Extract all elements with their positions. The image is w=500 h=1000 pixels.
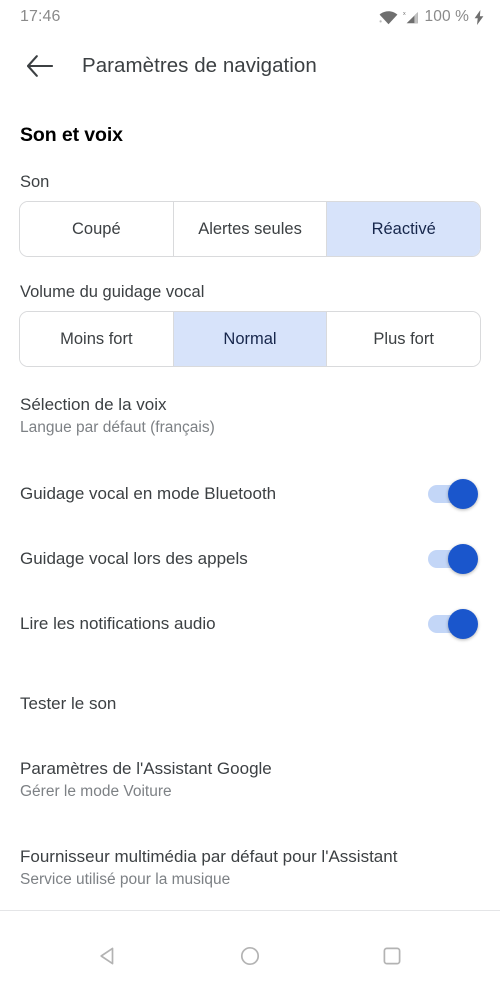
sound-option-coupe[interactable]: Coupé	[20, 202, 174, 256]
row-assistant-settings[interactable]: Paramètres de l'Assistant Google Gérer l…	[0, 715, 500, 803]
home-circle-icon	[239, 945, 261, 967]
back-triangle-icon	[97, 945, 119, 967]
volume-option-plus-fort[interactable]: Plus fort	[327, 312, 480, 366]
row-bluetooth-voice-guidance[interactable]: Guidage vocal en mode Bluetooth	[0, 461, 500, 526]
battery-percent: 100 %	[424, 8, 469, 25]
toggle-thumb	[448, 478, 478, 509]
volume-label: Volume du guidage vocal	[20, 283, 205, 301]
status-bar: 17:46 x 100 %	[0, 0, 500, 34]
row-read-audio-notifications-label: Lire les notifications audio	[20, 614, 216, 633]
row-bluetooth-voice-guidance-label: Guidage vocal en mode Bluetooth	[20, 484, 277, 503]
row-default-media-provider-subtitle: Service utilisé pour la musique	[20, 871, 231, 888]
page-title: Paramètres de navigation	[82, 54, 317, 77]
sound-option-reactive[interactable]: Réactivé	[327, 202, 480, 256]
volume-option-moins-fort[interactable]: Moins fort	[20, 312, 174, 366]
row-test-sound-label: Tester le son	[20, 694, 117, 713]
toggle-voice-guidance-during-calls[interactable]	[428, 543, 478, 574]
toggle-thumb	[448, 543, 478, 574]
back-button[interactable]	[12, 38, 68, 94]
row-read-audio-notifications[interactable]: Lire les notifications audio	[0, 591, 500, 656]
row-default-media-provider-title: Fournisseur multimédia par défaut pour l…	[20, 847, 398, 866]
status-time: 17:46	[20, 8, 61, 25]
volume-segmented-control: Moins fort Normal Plus fort	[19, 311, 481, 367]
toggle-thumb	[448, 608, 478, 639]
row-voice-guidance-during-calls-label: Guidage vocal lors des appels	[20, 549, 248, 568]
row-assistant-settings-title: Paramètres de l'Assistant Google	[20, 759, 272, 778]
recents-square-icon	[381, 945, 403, 967]
nav-back-button[interactable]	[80, 928, 136, 984]
nav-recents-button[interactable]	[364, 928, 420, 984]
sound-segmented-control: Coupé Alertes seules Réactivé	[19, 201, 481, 257]
row-voice-selection[interactable]: Sélection de la voix Langue par défaut (…	[0, 367, 500, 439]
svg-text:x: x	[403, 11, 406, 17]
row-assistant-settings-subtitle: Gérer le mode Voiture	[20, 783, 172, 800]
row-default-media-provider[interactable]: Fournisseur multimédia par défaut pour l…	[0, 803, 500, 891]
phone-screen: 17:46 x 100 % Paramètres de navigation S…	[0, 0, 500, 1000]
arrow-left-icon	[27, 55, 53, 77]
sound-label: Son	[20, 173, 50, 191]
nav-home-button[interactable]	[222, 928, 278, 984]
status-icons: x 100 %	[379, 8, 484, 26]
charging-bolt-icon	[474, 9, 484, 25]
section-title-sound-and-voice: Son et voix	[20, 124, 123, 146]
row-voice-selection-title: Sélection de la voix	[20, 395, 167, 414]
row-test-sound[interactable]: Tester le son	[0, 656, 500, 715]
row-voice-guidance-during-calls[interactable]: Guidage vocal lors des appels	[0, 526, 500, 591]
row-voice-selection-subtitle: Langue par défaut (français)	[20, 419, 215, 436]
app-bar: Paramètres de navigation	[0, 34, 500, 98]
volume-option-normal[interactable]: Normal	[173, 312, 328, 366]
toggle-bluetooth-voice-guidance[interactable]	[428, 478, 478, 509]
toggle-read-audio-notifications[interactable]	[428, 608, 478, 639]
cellular-no-sim-icon: x	[403, 10, 420, 25]
settings-content: Son et voix Son Coupé Alertes seules Réa…	[0, 98, 500, 910]
wifi-icon	[379, 10, 398, 25]
android-navigation-bar	[0, 911, 500, 1000]
sound-option-alertes-seules[interactable]: Alertes seules	[173, 202, 328, 256]
